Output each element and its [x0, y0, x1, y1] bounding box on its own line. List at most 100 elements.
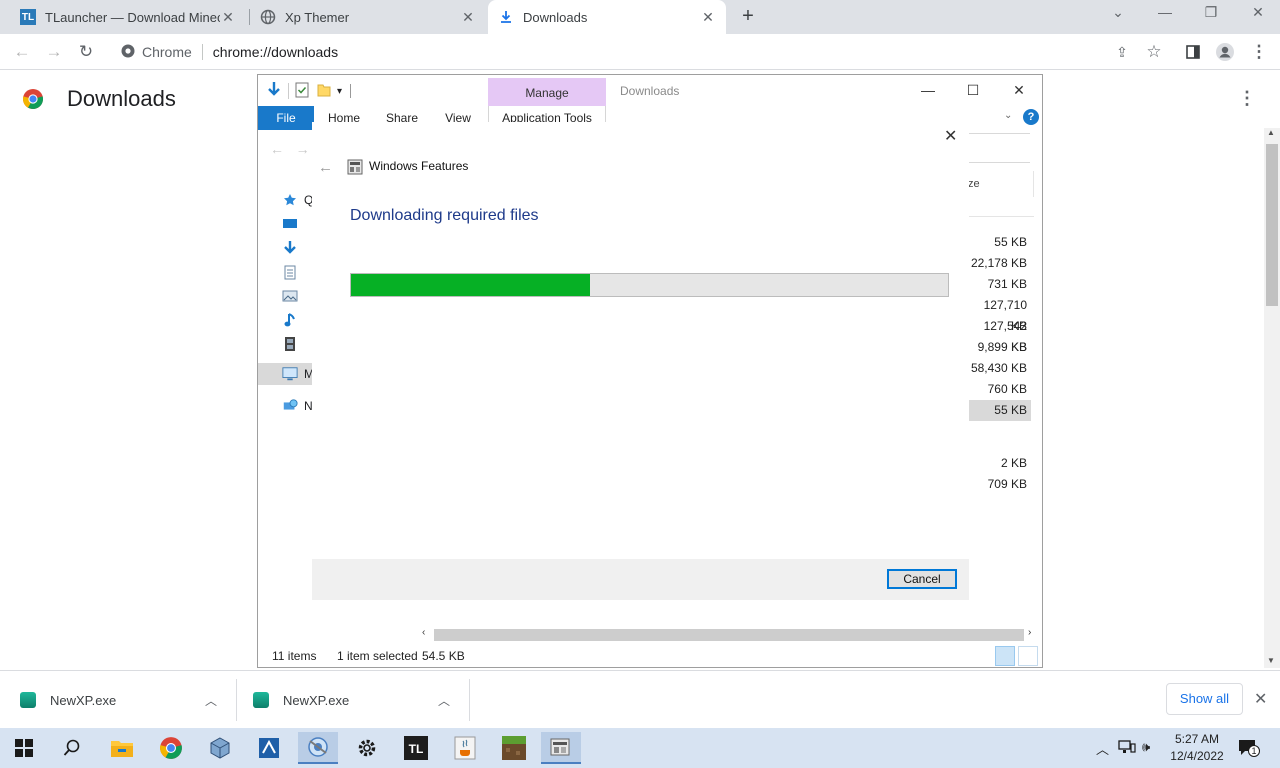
back-arrow-icon[interactable]: ← — [318, 159, 333, 176]
installer-icon[interactable] — [249, 732, 289, 764]
java-icon[interactable] — [445, 732, 485, 764]
file-size[interactable]: 127,542 KB — [969, 316, 1031, 354]
file-size[interactable]: 709 KB — [969, 474, 1031, 495]
chevron-up-icon[interactable]: ︿ — [205, 692, 217, 709]
back-arrow-icon[interactable]: ← — [270, 141, 284, 157]
tab-tlauncher[interactable]: TL TLauncher — Download Minecra ✕ — [10, 0, 246, 34]
file-size[interactable]: 55 KB — [969, 232, 1031, 253]
close-window-icon[interactable]: ✕ — [1248, 4, 1268, 26]
forward-arrow-icon[interactable]: → — [296, 141, 310, 157]
column-divider — [1033, 171, 1034, 197]
settings-gear-icon[interactable] — [347, 732, 387, 764]
nav-item-videos[interactable] — [282, 333, 314, 355]
file-size-selected[interactable]: 55 KB — [969, 400, 1031, 421]
xp-themer-icon[interactable] — [298, 732, 338, 764]
network-status-icon[interactable] — [1118, 739, 1136, 758]
new-folder-icon[interactable] — [317, 82, 331, 101]
close-icon[interactable]: ✕ — [1009, 82, 1029, 99]
nav-item-network[interactable]: N — [282, 395, 314, 417]
nav-item-desktop[interactable] — [282, 213, 314, 235]
tab-file[interactable]: File — [258, 106, 314, 130]
tab-xp-themer[interactable]: Xp Themer ✕ — [250, 0, 486, 34]
nav-back-forward: ← → — [270, 141, 310, 157]
close-tab-icon[interactable]: ✕ — [700, 9, 716, 26]
profile-avatar-icon[interactable] — [1214, 41, 1236, 63]
back-button[interactable]: ← — [11, 41, 33, 63]
file-size[interactable]: 58,430 KB — [969, 358, 1031, 379]
chevron-up-icon[interactable]: ︿ — [438, 692, 450, 709]
nav-item-documents[interactable] — [282, 261, 314, 283]
details-view-icon[interactable] — [995, 646, 1015, 666]
file-size[interactable]: 22,178 KB — [969, 253, 1031, 274]
reload-button[interactable]: ↻ — [75, 41, 97, 63]
file-size[interactable]: 731 KB — [969, 274, 1031, 295]
scroll-right-icon[interactable]: › — [1028, 627, 1031, 638]
scrollbar-thumb[interactable] — [1266, 144, 1278, 306]
file-size[interactable]: 760 KB — [969, 379, 1031, 400]
start-button[interactable] — [4, 732, 44, 764]
windows-features-taskbar-icon[interactable] — [541, 732, 581, 764]
properties-icon[interactable] — [295, 82, 309, 101]
restore-icon[interactable]: ❐ — [1201, 4, 1221, 26]
download-item[interactable]: NewXP.exe ︿ — [20, 679, 230, 721]
maximize-icon[interactable]: ☐ — [963, 82, 983, 99]
omnibox[interactable]: Chrome chrome://downloads — [110, 38, 1110, 66]
qa-customize-icon[interactable]: ▾ — [337, 86, 342, 97]
nav-item-this-pc[interactable]: M — [258, 363, 314, 385]
side-panel-icon[interactable] — [1182, 41, 1204, 63]
minecraft-icon[interactable] — [494, 732, 534, 764]
qa-divider — [350, 84, 352, 98]
tab-search-icon[interactable]: ⌄ — [1108, 4, 1128, 26]
share-icon[interactable]: ⇪ — [1111, 41, 1133, 63]
arrow-down-icon[interactable] — [266, 81, 282, 102]
close-shelf-icon[interactable]: ✕ — [1254, 689, 1267, 709]
horizontal-scrollbar[interactable]: ‹ › — [420, 627, 1040, 643]
file-explorer-icon[interactable] — [102, 732, 142, 764]
column-header-size[interactable]: ze — [968, 178, 980, 190]
close-tab-icon[interactable]: ✕ — [460, 9, 476, 26]
forward-button[interactable]: → — [43, 41, 65, 63]
clock[interactable]: 5:27 AM 12/4/2022 — [1162, 731, 1232, 765]
nav-item-downloads[interactable] — [282, 237, 314, 259]
scrollbar-thumb[interactable] — [434, 629, 1024, 641]
expand-ribbon-icon[interactable]: ⌄ — [1004, 110, 1012, 121]
navigation-pane: Q M N — [258, 185, 314, 425]
show-hidden-icons-icon[interactable]: ︿ — [1096, 739, 1109, 758]
minimize-icon[interactable]: — — [1155, 4, 1175, 26]
large-icons-view-icon[interactable] — [1018, 646, 1038, 666]
scroll-left-icon[interactable]: ‹ — [422, 627, 425, 638]
volume-icon[interactable]: 🕪 — [1142, 739, 1150, 755]
file-size[interactable]: 127,710 KB — [969, 295, 1031, 333]
nav-item-pictures[interactable] — [282, 285, 314, 307]
new-tab-button[interactable]: + — [738, 6, 758, 26]
scroll-down-icon[interactable]: ▼ — [1267, 656, 1275, 665]
show-all-button[interactable]: Show all — [1166, 683, 1243, 715]
chrome-menu-icon[interactable]: ⋮ — [1248, 41, 1270, 63]
omnibox-divider — [201, 44, 203, 60]
nav-item-music[interactable] — [282, 309, 314, 331]
download-icon — [498, 9, 514, 25]
bookmark-star-icon[interactable]: ☆ — [1143, 41, 1165, 63]
tlauncher-icon[interactable]: TL — [396, 732, 436, 764]
nav-item-quick-access[interactable]: Q — [282, 189, 314, 211]
close-tab-icon[interactable]: ✕ — [220, 9, 236, 26]
search-box[interactable] — [966, 133, 1030, 163]
scroll-up-icon[interactable]: ▲ — [1267, 128, 1275, 137]
notifications-icon[interactable]: 1 — [1238, 739, 1260, 757]
minimize-icon[interactable]: — — [918, 82, 938, 98]
url-text[interactable]: chrome://downloads — [213, 44, 338, 60]
cancel-button[interactable]: Cancel — [887, 569, 957, 589]
search-icon[interactable] — [52, 732, 92, 764]
chrome-icon[interactable] — [151, 732, 191, 764]
download-item[interactable]: NewXP.exe ︿ — [253, 679, 463, 721]
close-icon[interactable]: ✕ — [944, 126, 957, 146]
page-scrollbar[interactable]: ▲ ▼ — [1264, 128, 1280, 668]
file-size[interactable]: 2 KB — [969, 453, 1031, 474]
manage-context-tab[interactable]: Manage — [488, 78, 606, 108]
more-actions-icon[interactable]: ⋮ — [1238, 88, 1256, 109]
windows-features-dialog: ✕ ← Windows Features Downloading require… — [312, 122, 969, 600]
virtualbox-icon[interactable] — [200, 732, 240, 764]
help-icon[interactable]: ? — [1023, 109, 1039, 125]
file-size[interactable]: 9,899 KB — [969, 337, 1031, 358]
tab-downloads[interactable]: Downloads ✕ — [488, 0, 726, 34]
